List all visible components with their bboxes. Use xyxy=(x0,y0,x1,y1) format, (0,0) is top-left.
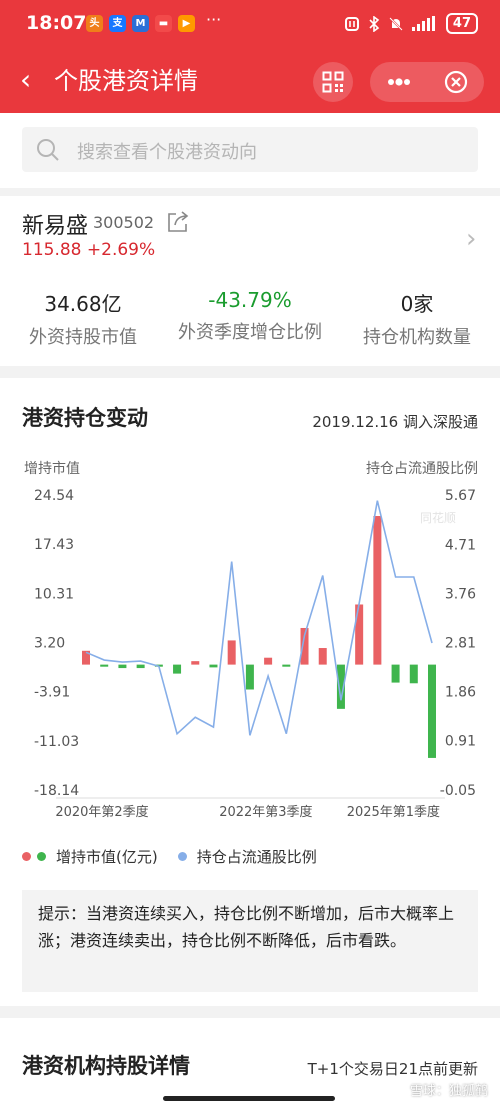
holding-change-section: 港资持仓变动 2019.12.16 调入深股通 增持市值 持仓占流通股比例 24… xyxy=(0,378,500,1006)
chevron-right-icon: › xyxy=(466,224,477,254)
stat-label: 外资持股市值 xyxy=(29,327,137,348)
bar-mark xyxy=(227,640,236,665)
chart-legend: 增持市值(亿元) 持仓占流通股比例 xyxy=(22,846,317,867)
stat-value: -43.79% xyxy=(208,288,292,312)
right-axis-tick-label: 0.91 xyxy=(445,733,476,749)
status-bar: 18:07 头 支 M ▬ ▶ ··· 47 xyxy=(0,0,500,50)
x-axis-tick-label: 2022年第3季度 xyxy=(219,804,312,818)
home-indicator xyxy=(163,1096,335,1101)
battery-icon: 47 xyxy=(445,13,478,34)
right-axis-tick-label: 5.67 xyxy=(445,488,476,504)
institution-holdings-section: 港资机构持股详情 T+1个交易日21点前更新 雪球：独孤鹤 xyxy=(0,1018,500,1105)
notification-icons: 头 支 M ▬ ▶ xyxy=(86,15,195,32)
bar-mark xyxy=(191,661,200,665)
holding-chart[interactable]: 24.54 17.43 10.31 3.20 -3.91 -11.03 -18.14 5.67… xyxy=(0,478,500,818)
right-axis-tick-label: 1.86 xyxy=(445,684,476,700)
right-axis-tick-label: 2.81 xyxy=(445,636,476,652)
bar-mark xyxy=(409,664,418,684)
close-button[interactable] xyxy=(427,62,484,102)
stat-value: 0家 xyxy=(400,292,434,316)
right-axis-tick-label: 3.76 xyxy=(445,587,476,603)
listing-event-note: 2019.12.16 调入深股通 xyxy=(312,413,478,431)
search-input[interactable]: 搜索查看个股港资动向 xyxy=(22,127,478,172)
bar-mark xyxy=(428,664,436,758)
alipay-icon: 支 xyxy=(109,15,126,32)
bar-mark xyxy=(100,664,109,667)
nav-bar: ‹ 个股港资详情 xyxy=(0,50,500,113)
section-title: 港资机构持股详情 xyxy=(22,1054,190,1078)
legend-line-label: 持仓占流通股比例 xyxy=(196,848,317,866)
stock-code: 300502 xyxy=(93,213,155,232)
left-axis-tick-label: 24.54 xyxy=(34,488,74,504)
message-app-icon: ▬ xyxy=(155,15,172,32)
bar-mark xyxy=(391,664,400,683)
tip-box: 提示：当港资连续买入，持仓比例不断增加，后市大概率上涨；港资连续卖出，持仓比例不… xyxy=(22,890,478,992)
more-notifications-icon: ··· xyxy=(206,10,222,29)
qr-code-icon xyxy=(322,71,344,93)
left-axis-tick-label: 10.31 xyxy=(34,586,74,602)
search-icon xyxy=(37,139,59,161)
bar-mark xyxy=(355,604,364,665)
left-axis-tick-label: -11.03 xyxy=(34,734,79,750)
bar-mark xyxy=(282,664,291,667)
more-dots-icon xyxy=(387,78,410,86)
right-axis-tick-label: 4.71 xyxy=(445,538,476,554)
left-axis-tick-label: 17.43 xyxy=(34,537,74,553)
more-options-button[interactable] xyxy=(370,62,427,102)
right-axis-title: 持仓占流通股比例 xyxy=(366,461,478,477)
left-axis-tick-label: 3.20 xyxy=(34,636,65,652)
signal-icon xyxy=(411,15,435,31)
back-button[interactable]: ‹ xyxy=(20,64,31,96)
stock-price-change: 115.88 +2.69% xyxy=(22,240,156,260)
bar-mark xyxy=(173,664,182,674)
legend-down-dot xyxy=(37,852,46,861)
mail-app-icon: M xyxy=(132,15,149,32)
stat-foreign-holding-value: 34.68亿 外资持股市值 xyxy=(3,288,163,349)
bar-mark xyxy=(209,664,218,668)
nfc-icon xyxy=(344,16,359,31)
search-section: 搜索查看个股港资动向 xyxy=(0,113,500,188)
mini-program-capsule xyxy=(370,62,484,102)
legend-line-dot xyxy=(177,852,187,861)
update-note: T+1个交易日21点前更新 xyxy=(307,1060,478,1078)
status-time: 18:07 xyxy=(26,12,87,34)
system-indicators: 47 xyxy=(344,13,478,34)
bar-mark xyxy=(245,664,254,690)
section-title: 港资持仓变动 xyxy=(22,406,148,430)
bar-mark xyxy=(264,657,273,665)
left-axis-tick-label: -18.14 xyxy=(34,783,79,799)
legend-up-dot xyxy=(22,852,31,861)
bar-mark xyxy=(373,516,382,665)
stat-institution-count: 0家 持仓机构数量 xyxy=(337,288,497,349)
close-circle-icon xyxy=(444,70,467,94)
mute-bell-icon xyxy=(389,16,403,31)
legend-bar-label: 增持市值(亿元) xyxy=(56,848,158,866)
video-app-icon: ▶ xyxy=(178,15,195,32)
right-axis-tick-label: -0.05 xyxy=(440,783,476,799)
search-placeholder: 搜索查看个股港资动向 xyxy=(77,142,257,163)
stock-name: 新易盛 xyxy=(22,214,89,239)
stat-quarterly-increase-ratio: -43.79% 外资季度增仓比例 xyxy=(170,288,330,344)
stat-value: 34.68亿 xyxy=(44,292,122,316)
x-axis-tick-label: 2025年第1季度 xyxy=(347,804,440,818)
qr-scan-button[interactable] xyxy=(313,62,353,102)
stat-label: 外资季度增仓比例 xyxy=(178,322,322,343)
news-app-icon: 头 xyxy=(86,15,103,32)
bluetooth-icon xyxy=(369,15,380,32)
bar-mark xyxy=(136,664,145,669)
x-axis-tick-label: 2020年第2季度 xyxy=(55,804,148,818)
bar-mark xyxy=(118,664,127,669)
chart-watermark: 同花顺 xyxy=(420,510,456,525)
stock-info-card[interactable]: 新易盛 300502 115.88 +2.69% › 34.68亿 外资持股市值… xyxy=(0,196,500,366)
left-axis-tick-label: -3.91 xyxy=(34,685,70,701)
share-icon[interactable] xyxy=(166,210,190,234)
stat-label: 持仓机构数量 xyxy=(363,327,471,348)
xueqiu-watermark: 雪球：独孤鹤 xyxy=(409,1084,488,1099)
page-title: 个股港资详情 xyxy=(54,67,198,95)
bar-mark xyxy=(318,648,327,665)
left-axis-title: 增持市值 xyxy=(24,461,80,477)
